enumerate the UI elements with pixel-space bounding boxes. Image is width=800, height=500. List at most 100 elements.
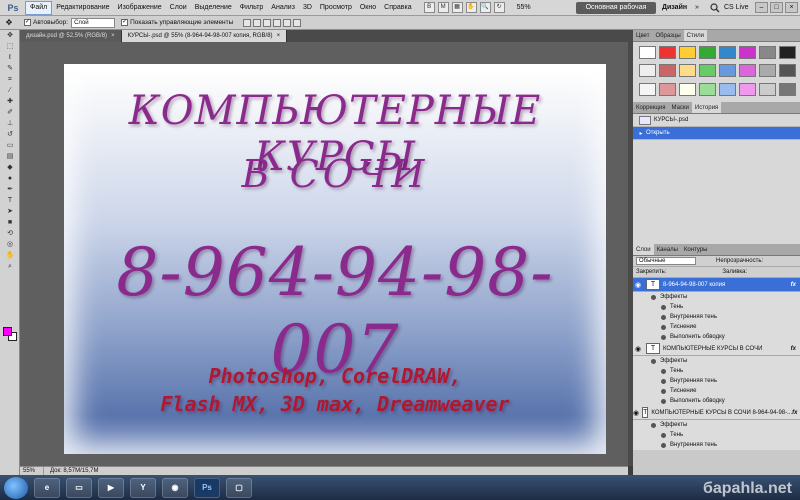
browser-icon[interactable]: ◉ [162,477,188,498]
hand-tool-icon[interactable]: ✋ [465,2,477,13]
blend-mode-dropdown[interactable]: Обычные [636,257,696,265]
close-tab-icon[interactable]: × [111,33,115,39]
rotate-view-icon[interactable]: ↻ [493,2,505,13]
hand-tool-icon[interactable]: ✋ [3,251,17,261]
effects-eye-icon[interactable] [651,358,656,364]
lasso-tool-icon[interactable]: ℓ [3,53,17,63]
menu-item[interactable]: Окно [356,1,380,15]
3d-rotate-tool-icon[interactable]: ⟲ [3,229,17,239]
workspace-button[interactable]: Основная рабочая среда [576,2,656,23]
align-hcenter-icon[interactable] [283,18,292,27]
effect-eye-icon[interactable] [661,442,666,448]
foreground-color-swatch[interactable] [3,327,12,336]
zoom-tool-icon[interactable]: 🔍 [479,2,491,13]
yandex-browser-icon[interactable]: Y [130,477,156,498]
path-select-tool-icon[interactable]: ➤ [3,207,17,217]
align-right-icon[interactable] [293,18,302,27]
style-preset-swatch[interactable] [699,46,716,59]
autoselect-checkbox[interactable]: ✓ [24,19,31,26]
effect-item[interactable]: Тень [633,302,800,312]
layer-effects-icon[interactable]: fx [791,282,796,288]
eye-icon[interactable]: ◉ [633,345,643,353]
panel-tab[interactable]: Образцы [652,30,683,41]
close-icon[interactable]: × [785,2,798,13]
align-vcenter-icon[interactable] [253,18,262,27]
panel-tab[interactable]: Стили [683,30,707,41]
history-step-open[interactable]: ▸ Открыть [633,127,800,140]
gradient-tool-icon[interactable]: ▤ [3,152,17,162]
style-preset-swatch[interactable] [739,46,756,59]
layer-row[interactable]: ◉ T КОМПЬЮТЕРНЫЕ КУРСЫ В СОЧИ 8-964-94-98-… [633,406,800,420]
ad-software-line2[interactable]: Flash MX, 3D max, Dreamweaver [64,392,606,416]
dodge-tool-icon[interactable]: ● [3,174,17,184]
menu-item[interactable]: Слои [166,1,191,15]
document-canvas[interactable]: КОМПЬЮТЕРНЫЕ КУРСЫ В СОЧИ 8-964-94-98-00… [64,64,606,454]
status-zoom[interactable]: 55% [20,467,44,475]
effect-eye-icon[interactable] [661,304,666,310]
menu-item[interactable]: Анализ [267,1,299,15]
media-player-icon[interactable]: ▶ [98,477,124,498]
panel-tab[interactable]: Коррекция [633,102,669,113]
menu-item[interactable]: Справка [380,1,415,15]
ad-software-line1[interactable]: Photoshop, CorelDRAW, [64,364,606,388]
menu-item[interactable]: Выделение [191,1,236,15]
align-top-icon[interactable] [243,18,252,27]
effect-eye-icon[interactable] [661,368,666,374]
effect-item[interactable]: Внутренняя тень [633,376,800,386]
marquee-tool-icon[interactable]: ⬚ [3,42,17,52]
style-preset-swatch[interactable] [739,82,756,96]
style-preset-swatch[interactable] [779,82,796,96]
style-preset-swatch[interactable] [739,64,756,78]
mini-bridge-icon[interactable]: M [437,2,449,13]
effect-item[interactable]: Тиснение [633,322,800,332]
brush-tool-icon[interactable]: ✐ [3,108,17,118]
style-preset-swatch[interactable] [679,46,696,59]
move-tool-icon[interactable]: ✥ [0,18,18,27]
menu-item[interactable]: Просмотр [316,1,356,15]
minimize-icon[interactable]: – [755,2,768,13]
history-brush-tool-icon[interactable]: ↺ [3,130,17,140]
style-preset-swatch[interactable] [659,46,676,59]
effect-eye-icon[interactable] [661,432,666,438]
document-size[interactable]: Док: 8,57M/15,7M [44,467,98,475]
document-tab[interactable]: КУРСЫ-.psd @ 55% (8-964-94-98-007 копия,… [121,30,288,42]
type-tool-icon[interactable]: T [3,196,17,206]
crop-tool-icon[interactable]: ⌗ [3,75,17,85]
style-preset-swatch[interactable] [699,82,716,96]
layer-row[interactable]: ◉ T КОМПЬЮТЕРНЫЕ КУРСЫ В СОЧИ fx [633,342,800,356]
history-snapshot[interactable]: КУРСЫ-.psd [633,114,800,127]
menu-item[interactable]: Фильтр [236,1,268,15]
style-preset-swatch[interactable] [679,64,696,78]
effect-eye-icon[interactable] [661,334,666,340]
effect-item[interactable]: Внутренняя тень [633,312,800,322]
eye-icon[interactable]: ◉ [633,409,639,417]
align-bottom-icon[interactable] [263,18,272,27]
eraser-tool-icon[interactable]: ▭ [3,141,17,151]
style-preset-swatch[interactable] [759,82,776,96]
close-tab-icon[interactable]: × [277,33,281,39]
style-preset-swatch[interactable] [719,64,736,78]
design-workspace-label[interactable]: Дизайн [662,2,687,14]
workspace-chevron-icon[interactable]: » [695,2,699,14]
3d-orbit-tool-icon[interactable]: ◎ [3,240,17,250]
style-preset-swatch[interactable] [699,64,716,78]
effect-item[interactable]: Выполнить обводку [633,396,800,406]
show-transform-checkbox[interactable]: ✓ [121,19,129,26]
pen-tool-icon[interactable]: ✒ [3,185,17,195]
effect-item[interactable]: Внутренняя тень [633,440,800,450]
start-button-icon[interactable] [4,476,28,499]
ie-icon[interactable]: e [34,477,60,498]
effect-eye-icon[interactable] [661,378,666,384]
effect-eye-icon[interactable] [661,398,666,404]
effects-group[interactable]: Эффекты [633,420,800,430]
style-preset-swatch[interactable] [779,64,796,78]
layer-effects-icon[interactable]: fx [791,346,796,352]
effect-item[interactable]: Тень [633,366,800,376]
layer-row[interactable]: ◉ T 8-964-94-98-007 копия fx [633,278,800,292]
effect-item[interactable]: Тиснение [633,386,800,396]
document-tab[interactable]: дизайн.psd @ 52,5% (RGB/8) × [20,30,122,42]
effects-group[interactable]: Эффекты [633,292,800,302]
panel-tab[interactable]: Цвет [633,30,652,41]
search-icon[interactable] [710,3,720,13]
autoselect-dropdown[interactable]: Слой [71,17,116,28]
